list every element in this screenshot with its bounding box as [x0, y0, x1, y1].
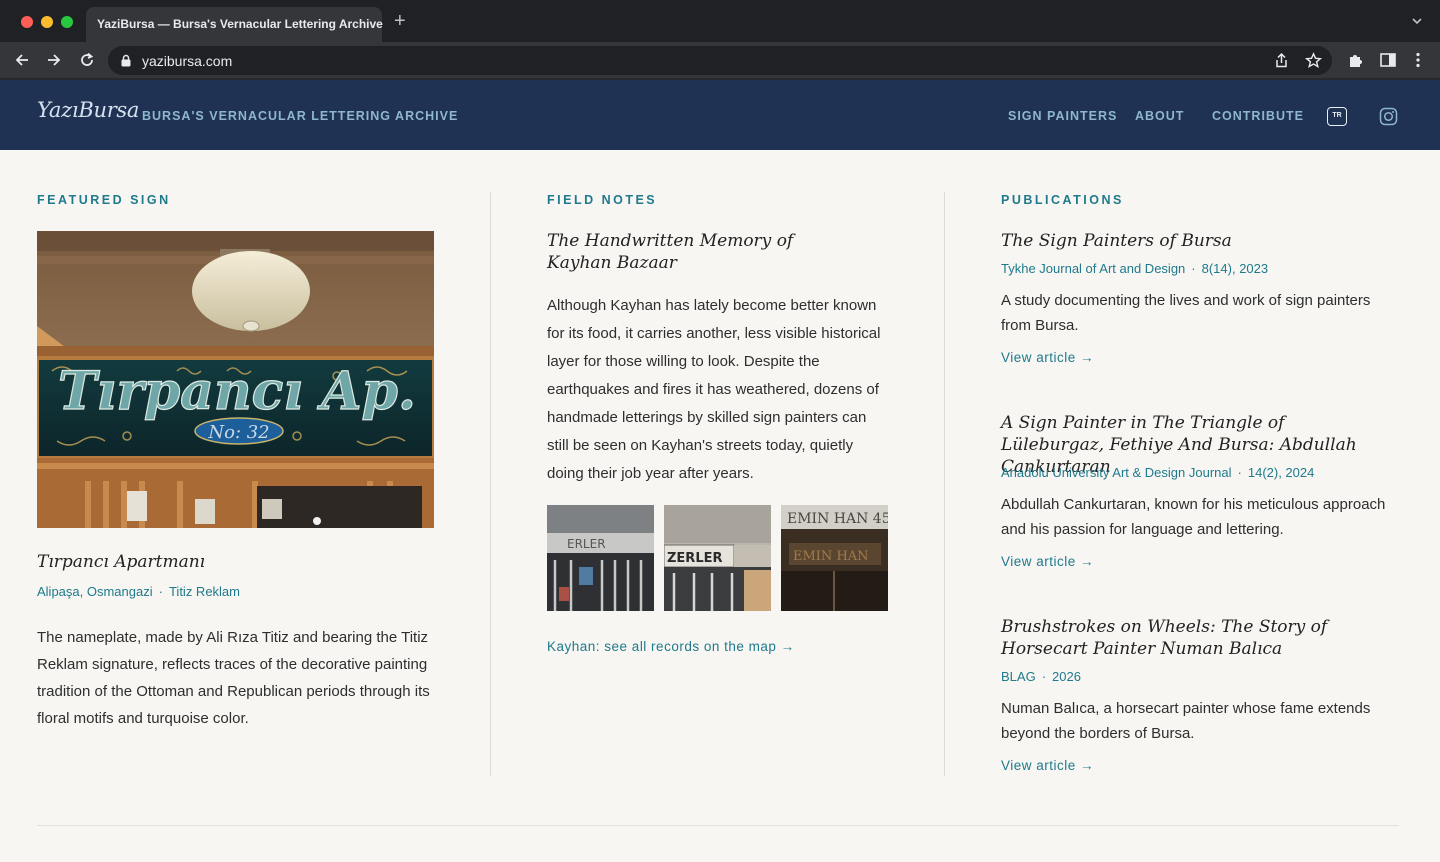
language-switch-button[interactable]: TR [1327, 107, 1347, 126]
site-logo[interactable]: YazıBursa [37, 98, 139, 122]
field-notes-title[interactable]: The Handwritten Memory of Kayhan Bazaar [547, 230, 847, 274]
thumbnail-image-3: EMIN HAN 45 EMIN HAN [781, 505, 888, 611]
publication-summary: Abdullah Cankurtaran, known for his meti… [1001, 496, 1386, 538]
publication-summary: Numan Balıca, a horsecart painter whose … [1001, 700, 1371, 742]
publication-journal: Anadolu University Art & Design Journal [1001, 465, 1232, 480]
publication-issue: 14(2), 2024 [1247, 465, 1315, 480]
publication-title[interactable]: Brushstrokes on Wheels: The Story of Hor… [1001, 616, 1381, 660]
featured-sign-photo[interactable]: Tırpancı Ap. No: 32 [37, 231, 434, 528]
footer-divider [37, 825, 1399, 826]
forward-arrow-icon[interactable] [45, 51, 63, 69]
site-header: YazıBursa BURSA'S VERNACULAR LETTERING A… [0, 80, 1440, 150]
url-text: yazibursa.com [142, 53, 233, 69]
svg-text:EMIN HAN: EMIN HAN [793, 549, 869, 564]
chevron-down-icon[interactable] [1410, 14, 1424, 28]
address-bar[interactable]: yazibursa.com [108, 46, 1332, 75]
svg-text:ZERLER: ZERLER [667, 551, 723, 566]
map-records-link[interactable]: Kayhan: see all records on the map → [547, 639, 795, 654]
field-notes-body: Although Kayhan has lately become better… [547, 297, 881, 482]
back-arrow-icon[interactable] [13, 51, 31, 69]
featured-sign-image: Tırpancı Ap. No: 32 [37, 231, 434, 528]
featured-sign-description: The nameplate, made by Ali Rıza Titiz an… [37, 629, 430, 727]
publication-meta: BLAG · 2026 [1001, 669, 1081, 684]
view-article-link[interactable]: View article → [1001, 350, 1094, 365]
nav-sign-painters[interactable]: SIGN PAINTERS [1008, 109, 1117, 123]
publication-meta: Tykhe Journal of Art and Design · 8(14), 2… [1001, 261, 1269, 276]
view-article-link[interactable]: View article → [1001, 758, 1094, 773]
publication-summary: A study documenting the lives and work o… [1001, 292, 1371, 334]
featured-sign-maker[interactable]: Titiz Reklam [169, 584, 240, 599]
featured-sign-location[interactable]: Alipaşa, Osmangazi [37, 584, 153, 599]
sign-lettering: Tırpancı Ap. [58, 361, 416, 422]
thumbnail-image-2: ZERLER [664, 505, 771, 611]
reload-icon[interactable] [78, 51, 96, 69]
close-window-button[interactable] [21, 16, 33, 28]
minimize-window-button[interactable] [41, 16, 53, 28]
browser-menu-icon[interactable] [1409, 51, 1427, 69]
publications-label: PUBLICATIONS [1001, 193, 1124, 207]
site-tagline: BURSA'S VERNACULAR LETTERING ARCHIVE [142, 109, 459, 123]
publication-issue: 8(14), 2023 [1201, 261, 1269, 276]
side-panel-icon[interactable] [1379, 51, 1397, 69]
extensions-icon[interactable] [1347, 51, 1365, 69]
new-tab-button[interactable]: + [394, 11, 406, 31]
browser-tab[interactable]: YaziBursa — Bursa's Vernacular Lettering… [86, 7, 383, 42]
svg-text:ERLER: ERLER [567, 537, 606, 551]
publication-journal: BLAG [1001, 669, 1036, 684]
tab-title: YaziBursa — Bursa's Vernacular Lettering… [97, 17, 383, 31]
publication-journal: Tykhe Journal of Art and Design [1001, 261, 1186, 276]
field-notes-thumbnail-2[interactable]: ZERLER [664, 505, 771, 611]
field-notes-thumbnail-3[interactable]: EMIN HAN 45 EMIN HAN [781, 505, 888, 611]
lock-icon [121, 54, 131, 67]
thumbnail-image-1: ERLER [547, 505, 654, 611]
browser-toolbar: yazibursa.com [0, 42, 1440, 78]
field-notes-thumbnail-1[interactable]: ERLER [547, 505, 654, 611]
publication-issue: 2026 [1052, 669, 1081, 684]
share-icon[interactable] [1273, 52, 1290, 69]
featured-sign-label: FEATURED SIGN [37, 193, 171, 207]
column-divider [944, 192, 945, 776]
nav-contribute[interactable]: CONTRIBUTE [1212, 109, 1304, 123]
featured-sign-meta: Alipaşa, Osmangazi · Titiz Reklam [37, 584, 240, 599]
featured-sign-title[interactable]: Tırpancı Apartmanı [37, 552, 205, 572]
bookmark-star-icon[interactable] [1305, 52, 1322, 69]
sign-number: No: 32 [207, 422, 269, 443]
column-divider [490, 192, 491, 776]
nav-about[interactable]: ABOUT [1135, 109, 1184, 123]
view-article-link[interactable]: View article → [1001, 554, 1094, 569]
instagram-icon[interactable] [1379, 107, 1398, 126]
svg-text:EMIN HAN 45: EMIN HAN 45 [787, 511, 888, 527]
publication-title[interactable]: The Sign Painters of Bursa [1001, 230, 1381, 252]
field-notes-label: FIELD NOTES [547, 193, 658, 207]
maximize-window-button[interactable] [61, 16, 73, 28]
browser-tab-bar: YaziBursa — Bursa's Vernacular Lettering… [0, 0, 1440, 42]
publication-meta: Anadolu University Art & Design Journal ·… [1001, 465, 1315, 480]
